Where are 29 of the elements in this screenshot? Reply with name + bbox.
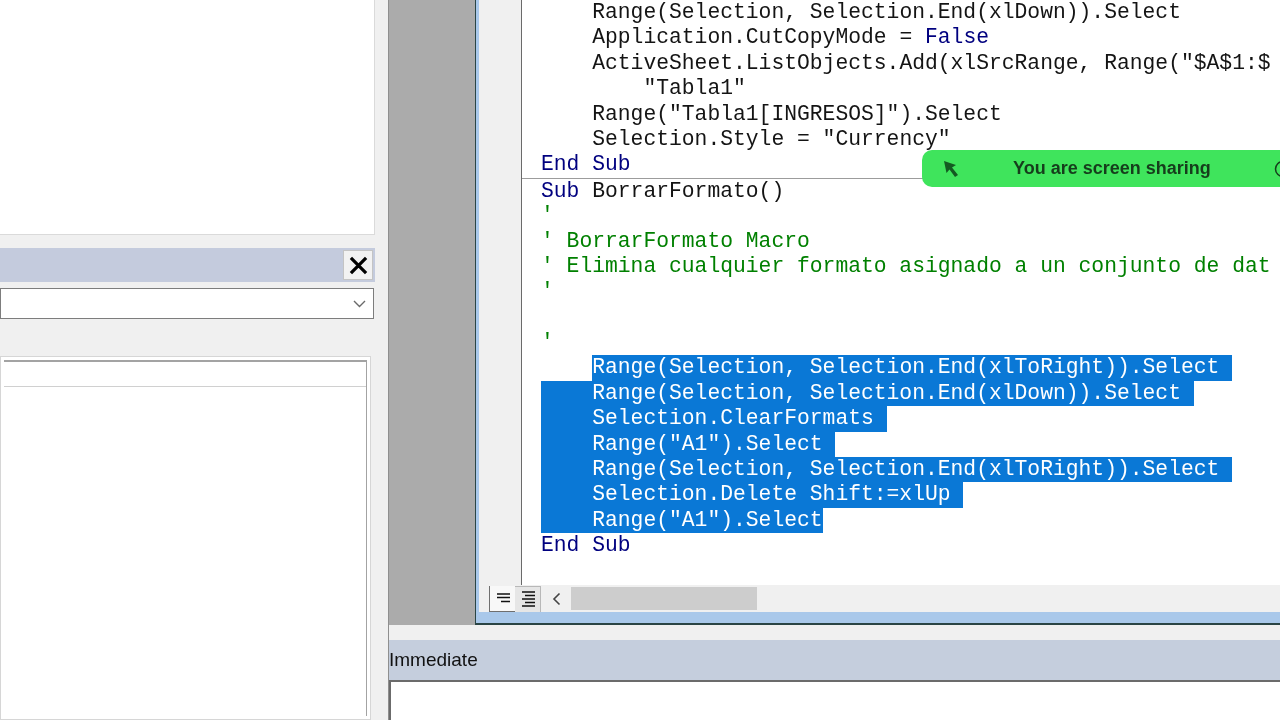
code-line: ' Elimina cualquier formato asignado a un conjunto de dat: [541, 253, 1271, 280]
object-dropdown[interactable]: [0, 288, 374, 319]
chevron-down-icon: [353, 299, 366, 308]
code-line: Range("Tabla1[INGRESOS]").Select: [592, 101, 1002, 127]
scrollbar-thumb[interactable]: [571, 587, 757, 610]
code-line: ' BorrarFormato Macro: [541, 228, 810, 254]
immediate-field[interactable]: [389, 680, 1280, 720]
pane-title: Immediate: [389, 647, 478, 672]
code-line: Sub BorrarFormato(): [541, 178, 785, 205]
ring-icon: [1274, 159, 1280, 178]
code-line: End Sub: [541, 152, 631, 178]
code-line: "Tabla1": [643, 76, 746, 102]
code-line: End Sub: [541, 533, 631, 559]
procedure-view-button[interactable]: [489, 585, 515, 612]
code-line: Selection.Style = "Currency": [592, 126, 951, 153]
close-icon: [348, 255, 368, 275]
code-line: ': [541, 203, 554, 229]
text-lines-icon: [494, 593, 511, 603]
banner-message: You are screen sharing: [1013, 157, 1211, 180]
code-line: ': [541, 330, 554, 356]
code-line: ActiveSheet.ListObjects.Add(xlSrcRange, Range("$A$1:$: [592, 50, 1271, 77]
code-line: Range(Selection, Selection.End(xlDown)).Select: [592, 0, 1181, 26]
chevron-left-icon[interactable]: [552, 591, 561, 606]
text-lines-icon: [519, 591, 536, 607]
code-line: Application.CutCopyMode = False: [592, 25, 989, 51]
close-button[interactable]: [343, 250, 373, 280]
code-line: ': [541, 279, 554, 305]
module-view-button[interactable]: [515, 585, 541, 612]
arrow-icon: [943, 159, 959, 178]
